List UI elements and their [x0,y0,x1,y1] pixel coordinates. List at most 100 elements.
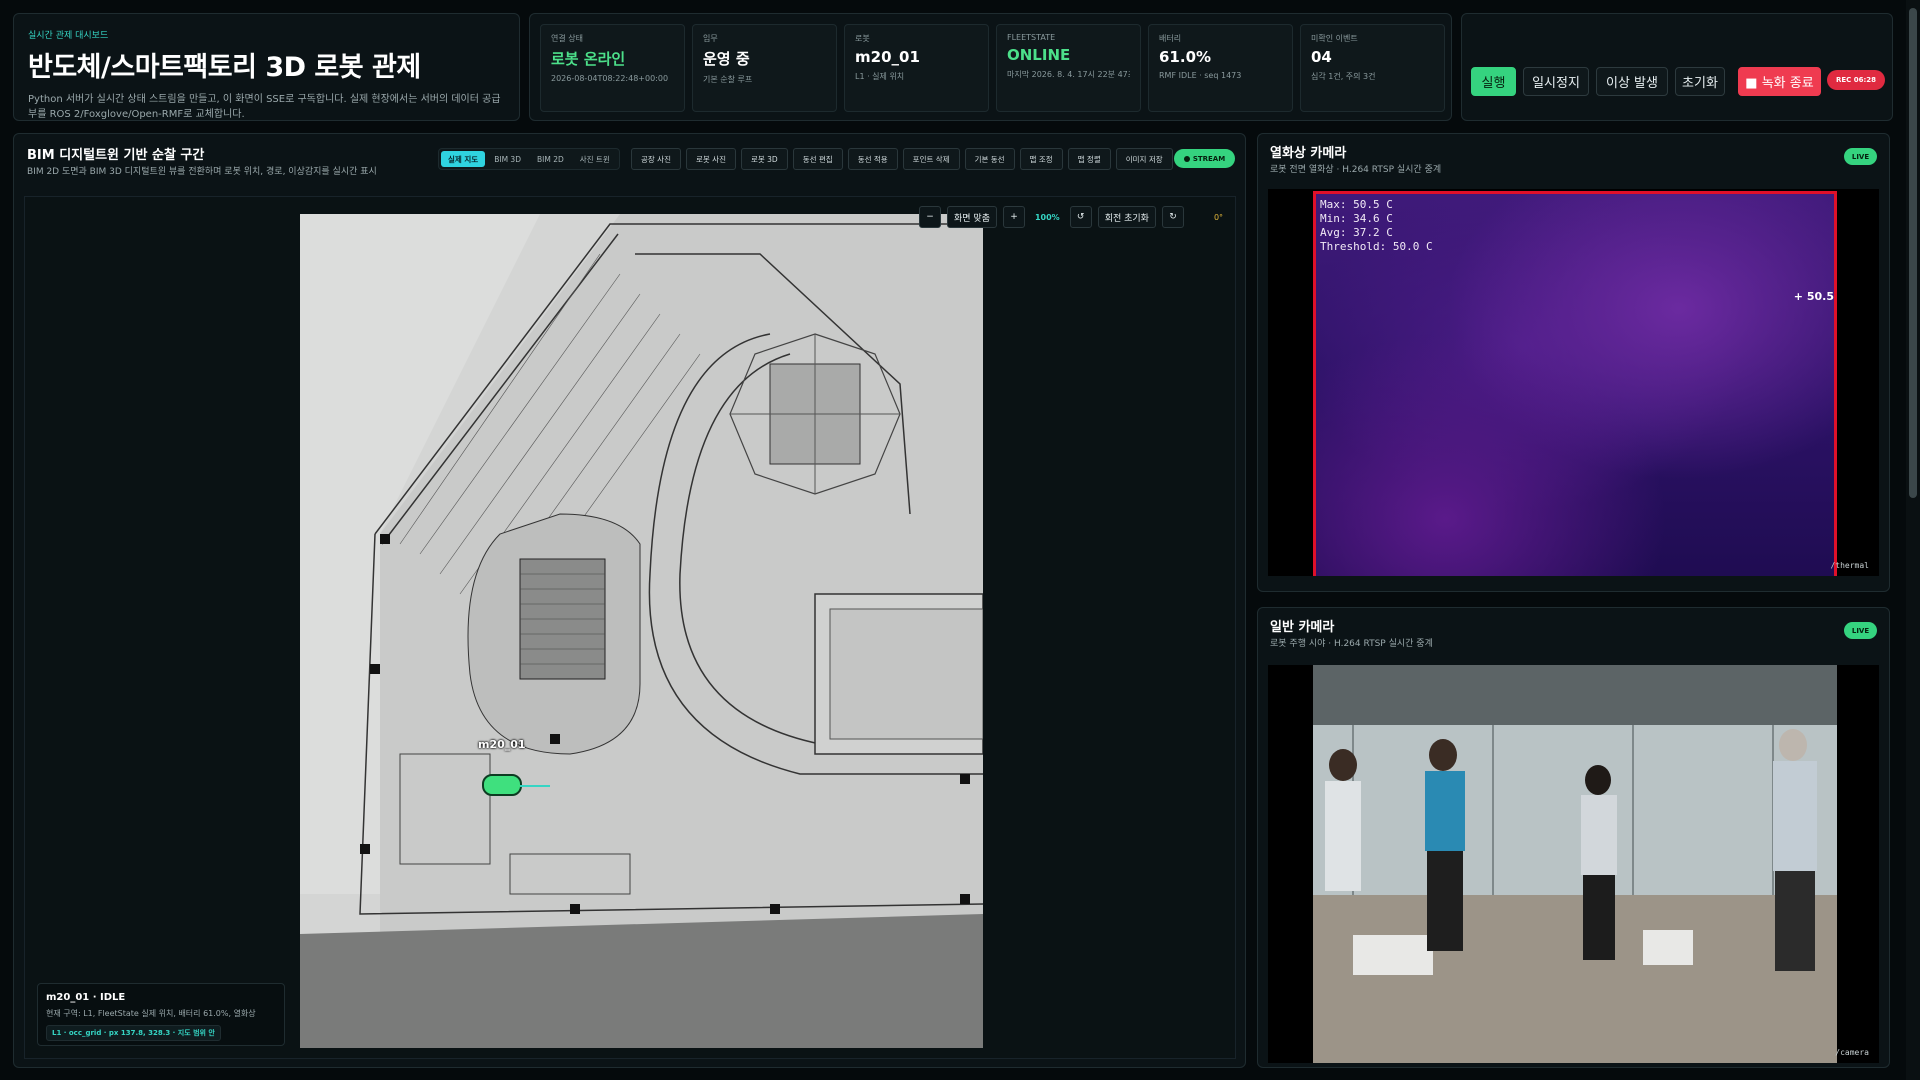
thermal-title: 열화상 카메라 [1270,146,1347,161]
rotate-right-button[interactable]: ↻ [1161,206,1184,228]
rec-timer-badge: REC 06:28 [1827,70,1885,90]
zoom-in-button[interactable]: + [1002,206,1025,228]
image-save-button[interactable]: 이미지 저장 [1115,148,1173,170]
zoom-out-button[interactable]: − [919,206,941,228]
stream-label: STREAM [1192,154,1226,163]
thermal-description: 로봇 전면 열화상 · H.264 RTSP 실시간 중계 [1270,165,1442,175]
zoom-toolbar: − 화면 맞춤 + 100% ↺ 회전 초기화 ↻ 0° [919,206,1223,228]
page-description: Python 서버가 실시간 상태 스트림을 만들고, 이 화면이 SSE로 구… [28,94,501,120]
rotate-left-button[interactable]: ↺ [1069,206,1092,228]
tab-bim-3d[interactable]: BIM 3D [487,151,528,167]
robot-photo-button[interactable]: 로봇 사진 [685,148,736,170]
status-card-fleetstate: FLEETSTATE ONLINE 마지막 2026. 8. 4. 17시 22… [996,24,1141,112]
floor-plan-drawing [300,214,983,1048]
default-route-button[interactable]: 기본 동선 [964,148,1015,170]
camera-image [1313,665,1837,1063]
thermal-live-badge: LIVE [1844,148,1877,165]
stat-value: 04 [1311,48,1332,66]
map-align-button[interactable]: 맵 정렬 [1067,148,1111,170]
stream-badge: STREAM [1174,149,1235,168]
map-title: BIM 디지털트윈 기반 순찰 구간 [27,148,205,163]
factory-photo-button[interactable]: 공장 사진 [631,148,681,170]
thermal-max-marker: + 50.5 [1794,290,1834,303]
zoom-level: 100% [1034,212,1060,222]
robot-heading-icon [520,785,550,787]
stat-sub: 기본 순찰 루프 [703,75,753,84]
camera-description: 로봇 주행 시야 · H.264 RTSP 실시간 중계 [1270,639,1433,649]
stat-label: 연결 상태 [551,34,583,43]
run-button[interactable]: 실행 [1471,67,1516,96]
status-card-mission: 임무 운영 중 기본 순찰 루프 [692,24,837,112]
robot-map-label: m20_01 [478,738,526,751]
robot-info-sub: 현재 구역: L1, FleetState 실제 위치, 배터리 61.0%, … [46,1009,256,1018]
thermal-min: Min: 34.6 C [1320,212,1393,225]
thermal-threshold: Threshold: 50.0 C [1320,240,1433,253]
camera-scene [1313,665,1837,1063]
route-edit-button[interactable]: 동선 편집 [792,148,843,170]
dashboard-eyebrow: 실시간 관제 대시보드 [28,31,109,41]
tab-bim-2d[interactable]: BIM 2D [530,151,571,167]
page-scrollbar[interactable] [1906,0,1920,1080]
robot-3d-button[interactable]: 로봇 3D [740,148,788,170]
stat-sub: 2026-08-04T08:22:48+00:00 [551,74,669,83]
stat-sub: 마지막 2026. 8. 4. 17시 22분 47초 · 0 [1007,70,1130,79]
robot-info-title: m20_01 · IDLE [46,992,126,1003]
camera-title: 일반 카메라 [1270,620,1335,635]
map-canvas[interactable]: m20_01 [24,196,1236,1059]
thermal-video-frame[interactable]: Max: 50.5 C Min: 34.6 C Avg: 37.2 C Thre… [1268,189,1879,576]
reset-button[interactable]: 초기화 [1675,67,1725,96]
stat-value: 운영 중 [703,50,750,68]
camera-live-badge: LIVE [1844,622,1877,639]
status-card-battery: 배터리 61.0% RMF IDLE · seq 1473 [1148,24,1293,112]
floor-plan-map[interactable]: m20_01 [300,214,983,1048]
robot-position-chip: L1 · occ_grid · px 137.8, 328.3 · 지도 범위 … [46,1025,221,1041]
map-panel: BIM 디지털트윈 기반 순찰 구간 BIM 2D 도면과 BIM 3D 디지털… [13,133,1246,1068]
robot-info-card: m20_01 · IDLE 현재 구역: L1, FleetState 실제 위… [37,983,285,1046]
camera-panel: 일반 카메라 로봇 주행 시야 · H.264 RTSP 실시간 중계 LIVE [1257,607,1890,1068]
status-card-connection: 연결 상태 로봇 온라인 2026-08-04T08:22:48+00:00 [540,24,685,112]
stat-sub: RMF IDLE · seq 1473 [1159,71,1242,80]
status-panel: 연결 상태 로봇 온라인 2026-08-04T08:22:48+00:00 임… [529,13,1452,121]
point-delete-button[interactable]: 포인트 삭제 [902,148,960,170]
fit-screen-button[interactable]: 화면 맞춤 [947,206,997,228]
rotation-angle: 0° [1213,212,1224,222]
crosshair-icon: + [1793,290,1804,303]
thermal-topic-tag: /thermal [1830,561,1869,570]
thermal-camera-panel: 열화상 카메라 로봇 전면 열화상 · H.264 RTSP 실시간 중계 LI… [1257,133,1890,592]
camera-video-frame[interactable]: /camera [1268,665,1879,1063]
thermal-marker-value: 50.5 [1806,290,1834,303]
scrollbar-thumb[interactable] [1909,8,1917,498]
robot-marker-icon[interactable] [482,774,522,796]
thermal-stats: Max: 50.5 C Min: 34.6 C Avg: 37.2 C Thre… [1320,198,1433,254]
stat-value: 61.0% [1159,48,1212,66]
thermal-image: Max: 50.5 C Min: 34.6 C Avg: 37.2 C Thre… [1313,191,1837,576]
tab-photo-twin[interactable]: 사진 트윈 [573,151,617,167]
title-panel: 실시간 관제 대시보드 반도체/스마트팩토리 3D 로봇 관제 Python 서… [13,13,520,121]
status-card-events: 미확인 이벤트 04 심각 1건, 주의 3건 [1300,24,1445,112]
page-title: 반도체/스마트팩토리 3D 로봇 관제 [28,52,421,83]
map-toolbar: 공장 사진 로봇 사진 로봇 3D 동선 편집 동선 적용 포인트 삭제 기본 … [631,148,1173,170]
thermal-avg: Avg: 37.2 C [1320,226,1393,239]
stream-dot-icon [1183,155,1190,162]
rotate-reset-button[interactable]: 회전 초기화 [1097,206,1156,228]
stat-value: m20_01 [855,48,920,66]
stat-label: FLEETSTATE [1007,33,1056,42]
stat-sub: 심각 1건, 주의 3건 [1311,72,1376,81]
thermal-max: Max: 50.5 C [1320,198,1393,211]
pause-button[interactable]: 일시정지 [1523,67,1589,96]
stat-label: 로봇 [855,34,870,43]
tab-real-map[interactable]: 실제 지도 [441,151,486,167]
stat-sub: L1 · 실제 위치 [855,72,905,81]
status-card-robot: 로봇 m20_01 L1 · 실제 위치 [844,24,989,112]
stat-label: 배터리 [1159,34,1182,43]
camera-topic-tag: /camera [1835,1048,1869,1057]
stat-label: 미확인 이벤트 [1311,34,1358,43]
map-adjust-button[interactable]: 맵 조정 [1019,148,1063,170]
anomaly-button[interactable]: 이상 발생 [1596,67,1668,96]
route-apply-button[interactable]: 동선 적용 [847,148,898,170]
map-view-tabs: 실제 지도 BIM 3D BIM 2D 사진 트윈 [438,148,620,170]
map-description: BIM 2D 도면과 BIM 3D 디지털트윈 뷰를 전환하며 로봇 위치, 경… [27,167,377,177]
stat-value: ONLINE [1007,46,1071,64]
stat-value: 로봇 온라인 [551,50,626,68]
record-stop-button[interactable]: ■ 녹화 종료 [1738,67,1821,96]
